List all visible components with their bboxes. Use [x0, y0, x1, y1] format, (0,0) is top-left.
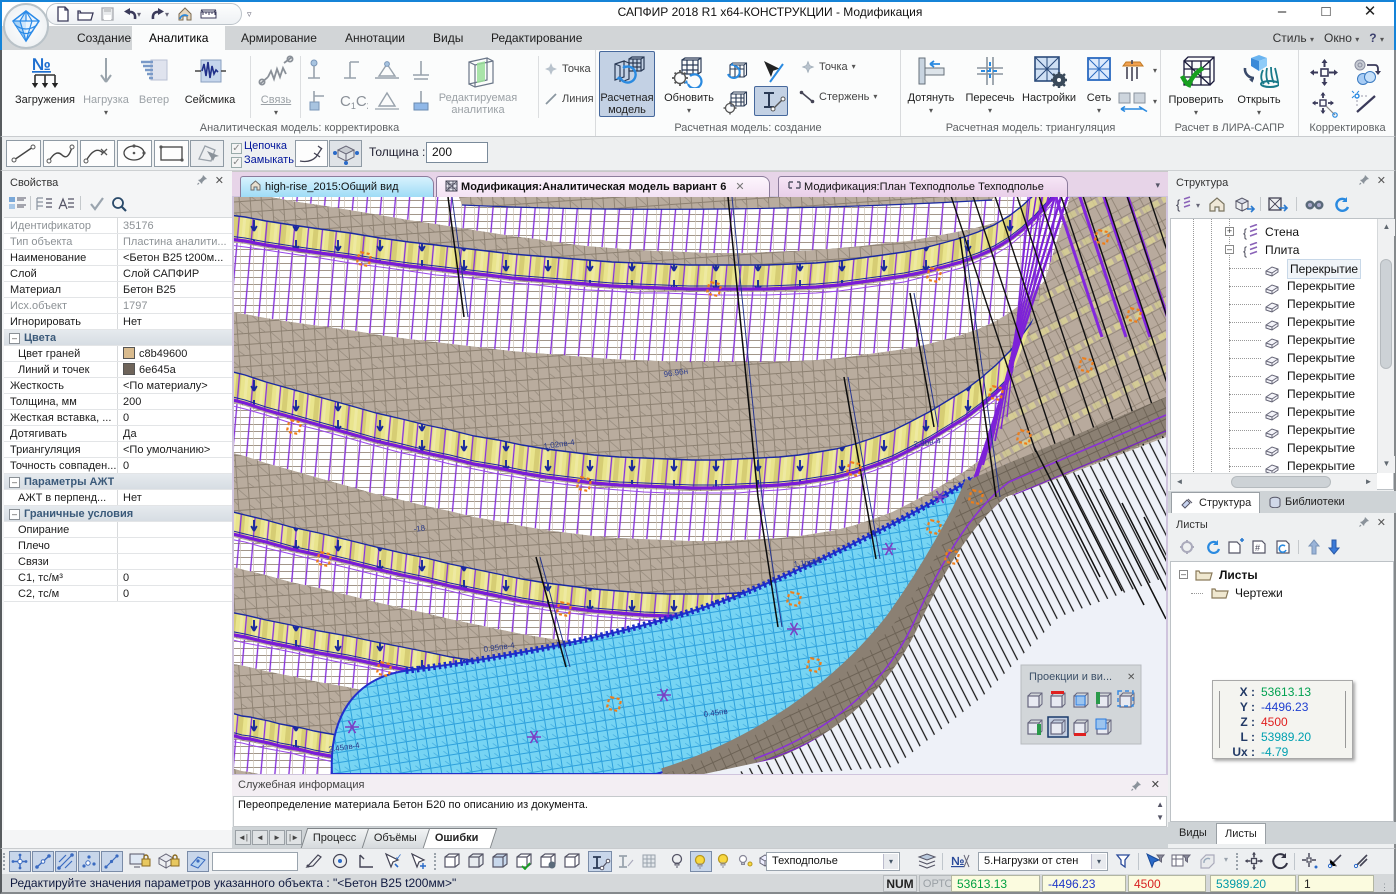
svg-text:№: № — [951, 854, 964, 868]
svg-text:{: { — [1243, 244, 1247, 258]
svg-text:#: # — [1255, 543, 1260, 553]
svg-text:{: { — [1176, 197, 1181, 212]
svg-text:✕: ✕ — [1127, 672, 1135, 683]
svg-text:▾: ▾ — [137, 10, 141, 19]
svg-text:Проекции и ви...: Проекции и ви... — [1029, 671, 1112, 683]
svg-text:▾: ▾ — [1196, 201, 1200, 210]
svg-text:-18: -18 — [413, 523, 426, 534]
svg-text:C1C2: C1C2 — [340, 93, 368, 111]
svg-text:✓: ✓ — [395, 852, 403, 862]
svg-text:{: { — [1243, 226, 1247, 240]
svg-text:▾: ▾ — [165, 10, 169, 19]
svg-text:№: № — [32, 55, 51, 74]
